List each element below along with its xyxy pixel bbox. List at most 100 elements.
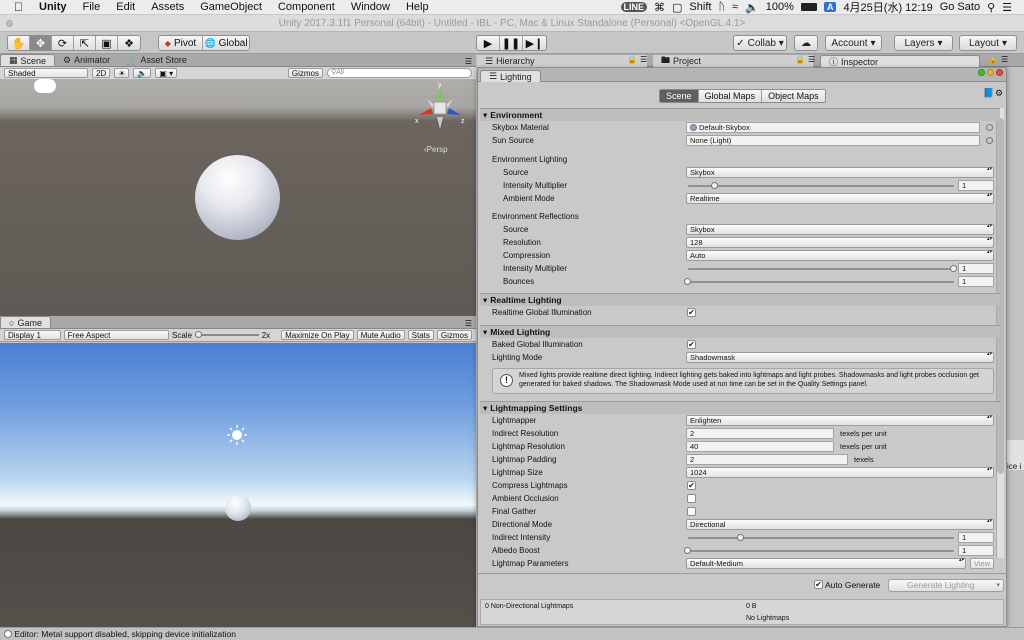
bounces-value[interactable]: 1 bbox=[958, 276, 994, 287]
menu-help[interactable]: Help bbox=[398, 1, 437, 13]
skybox-material-field[interactable]: Default-Skybox bbox=[686, 122, 980, 133]
env-intensity-value[interactable]: 1 bbox=[958, 180, 994, 191]
albedo-boost-slider-knob[interactable] bbox=[684, 547, 691, 554]
tab-scene[interactable]: ▦ Scene bbox=[0, 54, 56, 66]
shading-mode-dropdown[interactable]: Shaded bbox=[4, 68, 88, 78]
indirect-intensity-value[interactable]: 1 bbox=[958, 532, 994, 543]
notification-center-icon[interactable]: ☰ bbox=[1002, 1, 1012, 14]
indirect-intensity-slider-knob[interactable] bbox=[737, 534, 745, 541]
ref-compression-dropdown[interactable]: Auto bbox=[686, 250, 994, 261]
ref-source-dropdown[interactable]: Skybox bbox=[686, 224, 994, 235]
lightmap-padding-input[interactable]: 2 bbox=[686, 454, 848, 465]
tab-hierarchy[interactable]: ☰ Hierarchy bbox=[477, 55, 647, 67]
status-message[interactable]: Editor: Metal support disabled, skipping… bbox=[14, 629, 236, 639]
scene-orientation-gizmo[interactable]: y x z bbox=[413, 81, 467, 135]
tab-game[interactable]: ○ Game bbox=[0, 316, 51, 328]
window-close-dot[interactable] bbox=[6, 20, 13, 27]
stats-toggle[interactable]: Stats bbox=[407, 330, 434, 340]
albedo-boost-slider[interactable] bbox=[684, 547, 954, 554]
env-intensity-slider[interactable] bbox=[688, 182, 954, 189]
window-close-dot[interactable] bbox=[996, 69, 1003, 76]
tab-asset-store[interactable]: 🛒 Asset Store bbox=[118, 54, 195, 66]
rotate-tool-icon[interactable]: ⟳ bbox=[52, 36, 74, 50]
lightmap-size-dropdown[interactable]: 1024 bbox=[686, 467, 994, 478]
menu-window[interactable]: Window bbox=[343, 1, 398, 13]
lock-icon[interactable]: 🔒 bbox=[988, 55, 998, 64]
display-dropdown[interactable]: Display 1 bbox=[4, 330, 61, 340]
object-picker-icon[interactable] bbox=[986, 137, 993, 144]
panel-menu-icon[interactable]: ☰ bbox=[465, 319, 476, 328]
game-sphere[interactable] bbox=[225, 495, 251, 521]
environment-section-header[interactable]: ▾ Environment bbox=[480, 108, 1000, 121]
indirect-resolution-input[interactable]: 2 bbox=[686, 428, 834, 439]
input-source-badge[interactable]: A bbox=[823, 2, 837, 12]
account-dropdown[interactable]: Account ▾ bbox=[825, 35, 882, 51]
scale-slider-knob[interactable] bbox=[195, 331, 203, 338]
panel-menu-icon[interactable]: ☰ bbox=[640, 55, 647, 64]
persp-label[interactable]: ‹Persp bbox=[424, 145, 448, 154]
scene-search-input[interactable]: ⚲All bbox=[327, 68, 472, 78]
ref-intensity-slider-knob[interactable] bbox=[950, 265, 957, 272]
command-key-icon[interactable]: ⌘ bbox=[654, 1, 665, 14]
settings-gear-icon[interactable]: ⚙ bbox=[995, 88, 1003, 99]
menu-edit[interactable]: Edit bbox=[108, 1, 143, 13]
ambient-occlusion-checkbox[interactable] bbox=[687, 494, 696, 503]
menu-component[interactable]: Component bbox=[270, 1, 343, 13]
spotlight-search-icon[interactable]: ⚲ bbox=[987, 1, 995, 14]
object-picker-icon[interactable] bbox=[986, 124, 993, 131]
directional-mode-dropdown[interactable]: Directional bbox=[686, 519, 994, 530]
play-icon[interactable]: ▶ bbox=[477, 36, 500, 50]
menu-gameobject[interactable]: GameObject bbox=[192, 1, 270, 13]
window-minimize-dot[interactable] bbox=[987, 69, 994, 76]
cloud-button[interactable]: ☁ bbox=[794, 35, 818, 51]
step-icon[interactable]: ▶❙ bbox=[523, 36, 546, 50]
console-info-icon[interactable] bbox=[4, 630, 12, 638]
ambient-mode-dropdown[interactable]: Realtime bbox=[686, 193, 994, 204]
help-book-icon[interactable]: 📘 bbox=[983, 88, 994, 99]
sun-source-field[interactable]: None (Light) bbox=[686, 135, 980, 146]
game-gizmos-dropdown[interactable]: Gizmos bbox=[436, 330, 472, 340]
ref-intensity-value[interactable]: 1 bbox=[958, 263, 994, 274]
window-zoom-dot[interactable] bbox=[978, 69, 985, 76]
auto-generate-checkbox[interactable]: ✔ bbox=[814, 580, 823, 589]
lightmapping-section-header[interactable]: ▾ Lightmapping Settings bbox=[480, 401, 1000, 414]
hand-tool-icon[interactable]: ✋ bbox=[8, 36, 30, 50]
indirect-intensity-slider[interactable] bbox=[688, 534, 954, 541]
bluetooth-icon[interactable]: ᚢ bbox=[718, 1, 725, 13]
menu-app-name[interactable]: Unity bbox=[31, 1, 75, 13]
panel-menu-icon[interactable]: ☰ bbox=[465, 57, 476, 66]
env-intensity-slider-knob[interactable] bbox=[710, 182, 718, 189]
baked-gi-checkbox[interactable]: ✔ bbox=[687, 340, 696, 349]
lightmap-parameters-view-button[interactable]: View bbox=[970, 558, 994, 569]
menubar-clock[interactable]: 4月25日(水) 12:19 bbox=[843, 0, 932, 15]
lock-icon[interactable]: 🔒 bbox=[627, 55, 637, 64]
generate-lighting-button[interactable]: Generate Lighting ▾ bbox=[888, 579, 1004, 592]
scene-gizmos-dropdown[interactable]: Gizmos bbox=[287, 68, 323, 78]
env-source-dropdown[interactable]: Skybox bbox=[686, 167, 994, 178]
menu-file[interactable]: File bbox=[75, 1, 109, 13]
bounces-slider-knob[interactable] bbox=[684, 278, 691, 285]
lightmap-parameters-dropdown[interactable]: Default-Medium bbox=[686, 558, 966, 569]
line-app-icon[interactable]: LINE bbox=[620, 2, 648, 12]
scene-effects-icon[interactable]: ▣ ▾ bbox=[155, 68, 178, 78]
battery-percent[interactable]: 100% bbox=[766, 1, 794, 13]
realtime-lighting-section-header[interactable]: ▾ Realtime Lighting bbox=[480, 293, 1000, 306]
lock-icon[interactable]: 🔒 bbox=[795, 55, 805, 64]
maximize-on-play-toggle[interactable]: Maximize On Play bbox=[281, 330, 354, 340]
pivot-button[interactable]: ◆ Pivot bbox=[159, 36, 203, 50]
2d-toggle[interactable]: 2D bbox=[92, 68, 111, 78]
scene-lighting-icon[interactable]: ☀ bbox=[114, 68, 130, 78]
albedo-boost-value[interactable]: 1 bbox=[958, 545, 994, 556]
scale-slider[interactable] bbox=[195, 331, 259, 338]
compress-lightmaps-checkbox[interactable]: ✔ bbox=[687, 481, 696, 490]
menu-assets[interactable]: Assets bbox=[143, 1, 192, 13]
mixed-lighting-section-header[interactable]: ▾ Mixed Lighting bbox=[480, 325, 1000, 338]
transform-tool-icon[interactable]: ❖ bbox=[118, 36, 140, 50]
lightmap-resolution-input[interactable]: 40 bbox=[686, 441, 834, 452]
apple-icon[interactable]:  bbox=[0, 0, 31, 14]
collab-button[interactable]: ✓ Collab ▾ bbox=[733, 35, 787, 51]
ref-intensity-slider[interactable] bbox=[688, 265, 957, 272]
menubar-user[interactable]: Go Sato bbox=[940, 1, 980, 13]
tab-inspector[interactable]: ⓘ Inspector bbox=[820, 55, 980, 67]
pause-icon[interactable]: ❚❚ bbox=[500, 36, 523, 50]
